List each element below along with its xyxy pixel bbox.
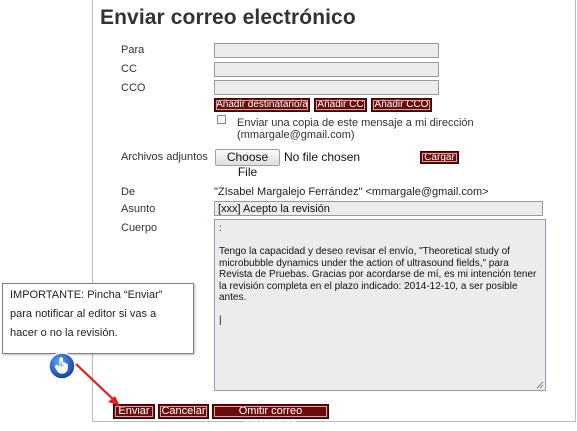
add-bcc-button[interactable]: Añadir CCO xyxy=(371,98,432,112)
send-copy-label: Enviar una copia de este mensaje a mi di… xyxy=(237,117,474,141)
from-value: "ZIsabel Margalejo Ferrández" <mmargale@… xyxy=(214,186,489,198)
cancel-button[interactable]: Cancelar xyxy=(158,404,209,419)
body-textarea[interactable]: : Tengo la capacidad y deseo revisar el … xyxy=(214,219,546,391)
cc-label: CC xyxy=(121,63,137,75)
subject-field[interactable]: [xxx] Acepto la revisión xyxy=(214,201,543,216)
red-arrow-icon xyxy=(75,363,120,406)
choose-file-button[interactable]: Choose File xyxy=(215,149,280,179)
cc-field[interactable] xyxy=(214,62,439,77)
attachments-label: Archivos adjuntos xyxy=(121,151,208,163)
send-copy-checkbox[interactable] xyxy=(217,115,226,124)
to-label: Para xyxy=(121,44,145,56)
bcc-field[interactable] xyxy=(214,80,439,95)
add-cc-button[interactable]: Añadir CC xyxy=(314,98,367,112)
resize-handle-icon[interactable] xyxy=(536,381,544,389)
annotation-callout: IMPORTANTE: Pincha “Enviar” para notific… xyxy=(2,283,194,354)
skip-email-button[interactable]: Omitir correo electrónico xyxy=(212,404,329,430)
page-title: Enviar correo electrónico xyxy=(100,6,356,29)
subject-label: Asunto xyxy=(121,203,156,215)
to-field[interactable] xyxy=(214,43,439,58)
from-label: De xyxy=(121,186,136,198)
upload-button[interactable]: Cargar xyxy=(420,151,459,164)
bcc-label: CCO xyxy=(121,82,146,94)
body-label: Cuerpo xyxy=(121,222,158,234)
no-file-text: No file chosen xyxy=(284,150,361,164)
add-recipient-button[interactable]: Añadir destinatario/a xyxy=(214,98,310,112)
